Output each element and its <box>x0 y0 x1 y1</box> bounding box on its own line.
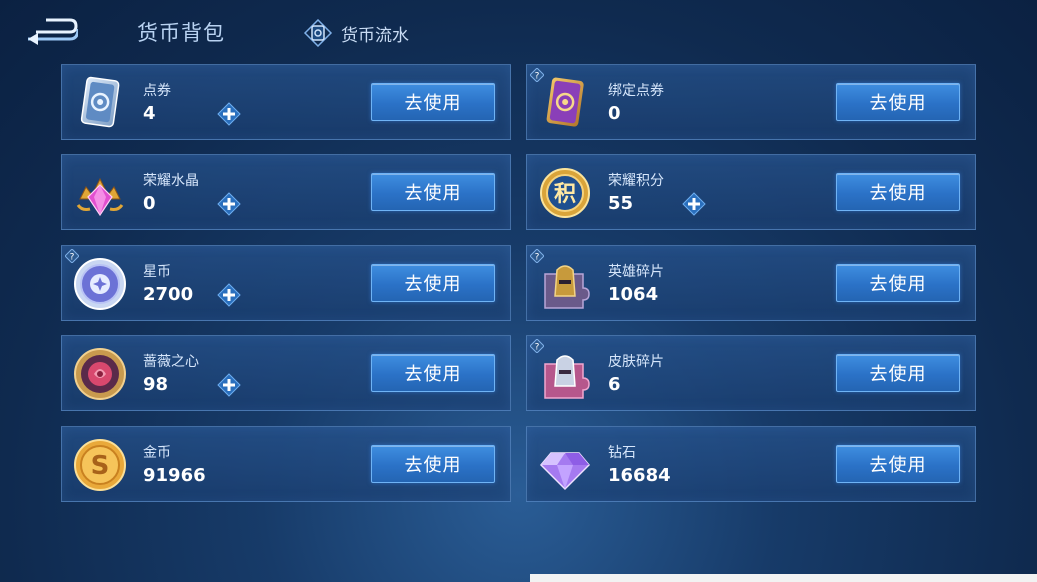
use-button[interactable]: 去使用 <box>836 264 960 302</box>
currency-value: 98 <box>143 374 169 395</box>
currency-name: 金币 <box>143 445 171 461</box>
currency-card-coupon: 点券 4 去使用 <box>61 64 511 140</box>
use-button[interactable]: 去使用 <box>371 264 495 302</box>
currency-name: 点券 <box>143 83 171 99</box>
currency-flow-button[interactable]: 货币流水 <box>303 19 409 47</box>
currency-name: 荣耀积分 <box>608 173 664 189</box>
glory-points-icon: 积 <box>540 168 590 218</box>
currency-value: 0 <box>608 103 621 124</box>
add-icon[interactable] <box>217 192 241 216</box>
use-button[interactable]: 去使用 <box>836 354 960 392</box>
use-button[interactable]: 去使用 <box>371 354 495 392</box>
back-arrow-icon[interactable] <box>26 16 78 46</box>
bottom-overlay-strip <box>530 574 1037 582</box>
currency-flow-label: 货币流水 <box>341 25 409 46</box>
currency-card-skin-fragment: ? 皮肤碎片 6 去使用 <box>526 335 976 411</box>
currency-card-bound-coupon: ? 绑定点券 0 去使用 <box>526 64 976 140</box>
bound-coupon-icon <box>546 77 584 127</box>
currency-name: 皮肤碎片 <box>608 354 664 370</box>
hero-fragment-icon <box>544 265 590 309</box>
rose-heart-icon <box>74 348 126 400</box>
top-bar: 货币背包 货币流水 <box>0 0 1037 62</box>
currency-card-hero-fragment: ? 英雄碎片 1064 去使用 <box>526 245 976 321</box>
skin-fragment-icon <box>544 355 590 399</box>
currency-card-glory-crystal: 荣耀水晶 0 去使用 <box>61 154 511 230</box>
currency-value: 16684 <box>608 465 671 486</box>
currency-value: 1064 <box>608 284 659 305</box>
currency-name: 星币 <box>143 264 171 280</box>
add-icon[interactable] <box>217 373 241 397</box>
currency-card-diamond: 钻石 16684 去使用 <box>526 426 976 502</box>
currency-name: 荣耀水晶 <box>143 173 199 189</box>
use-button[interactable]: 去使用 <box>371 83 495 121</box>
currency-name: 英雄碎片 <box>608 264 664 280</box>
currency-name: 蔷薇之心 <box>143 354 199 370</box>
currency-card-gold-coin: S 金币 91966 去使用 <box>61 426 511 502</box>
currency-card-glory-points: 积 荣耀积分 55 去使用 <box>526 154 976 230</box>
add-icon[interactable] <box>682 192 706 216</box>
use-button[interactable]: 去使用 <box>371 445 495 483</box>
glory-crystal-icon <box>76 177 124 217</box>
use-button[interactable]: 去使用 <box>371 173 495 211</box>
currency-value: 6 <box>608 374 621 395</box>
currency-value: 91966 <box>143 465 206 486</box>
svg-text:积: 积 <box>554 182 576 207</box>
add-icon[interactable] <box>217 102 241 126</box>
currency-card-rose-heart: 蔷薇之心 98 去使用 <box>61 335 511 411</box>
currency-value: 55 <box>608 193 634 214</box>
currency-name: 绑定点券 <box>608 83 664 99</box>
currency-value: 0 <box>143 193 156 214</box>
coupon-icon <box>80 76 120 128</box>
page-title: 货币背包 <box>137 21 225 45</box>
svg-text:S: S <box>91 451 110 481</box>
gold-coin-icon: S <box>74 439 126 491</box>
currency-value: 4 <box>143 103 156 124</box>
diamond-icon <box>539 452 591 491</box>
use-button[interactable]: 去使用 <box>836 445 960 483</box>
currency-value: 2700 <box>143 284 194 305</box>
currency-card-star-coin: ? 星币 2700 去使用 <box>61 245 511 321</box>
use-button[interactable]: 去使用 <box>836 173 960 211</box>
add-icon[interactable] <box>217 283 241 307</box>
use-button[interactable]: 去使用 <box>836 83 960 121</box>
currency-name: 钻石 <box>608 445 636 461</box>
star-coin-icon <box>74 258 126 310</box>
ledger-icon <box>303 19 333 47</box>
